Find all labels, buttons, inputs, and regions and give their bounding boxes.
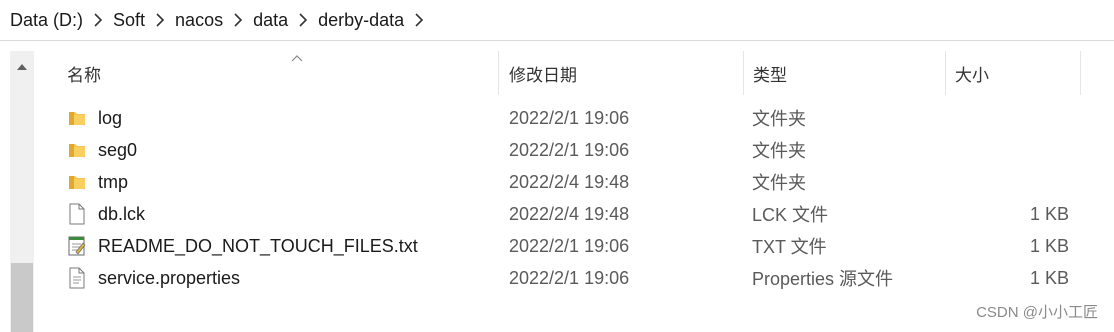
file-type: 文件夹 [752,109,806,129]
file-size [952,102,1069,134]
file-row[interactable]: seg0 2022/2/1 19:06 文件夹 [38,134,1114,166]
file-type: 文件夹 [752,141,806,161]
column-header-modified[interactable]: 修改日期 [500,51,744,95]
column-header-type-label: 类型 [753,65,787,85]
file-row[interactable]: log 2022/2/1 19:06 文件夹 [38,102,1114,134]
vertical-scrollbar[interactable] [10,51,34,332]
breadcrumb-item-derby-data[interactable]: derby-data [318,10,404,31]
folder-icon [66,107,88,129]
file-modified: 2022/2/1 19:06 [509,139,630,160]
sort-ascending-icon [291,47,303,67]
file-size: 1 KB [1029,267,1069,288]
chevron-right-icon[interactable] [145,13,175,27]
file-type: Properties 源文件 [752,269,894,289]
file-modified: 2022/2/4 19:48 [509,171,630,192]
folder-icon [66,139,88,161]
folder-icon [66,171,88,193]
address-bar[interactable]: Data (D:) Soft nacos data derby-data [0,0,1114,41]
column-header-name-label: 名称 [67,65,101,85]
chevron-right-icon[interactable] [404,13,434,27]
chevron-right-icon[interactable] [288,13,318,27]
file-row[interactable]: README_DO_NOT_TOUCH_FILES.txt 2022/2/1 1… [38,230,1114,262]
file-type: 文件夹 [752,173,806,193]
file-modified: 2022/2/4 19:48 [509,203,630,224]
breadcrumb: Data (D:) Soft nacos data derby-data [0,10,434,31]
breadcrumb-item-data[interactable]: data [253,10,288,31]
column-header-size[interactable]: 大小 [946,51,1081,95]
breadcrumb-item-drive[interactable]: Data (D:) [10,10,83,31]
file-size: 1 KB [1029,235,1069,256]
file-name: log [98,107,123,128]
column-header-name[interactable]: 名称 [58,51,499,95]
file-list: log 2022/2/1 19:06 文件夹 seg0 2022/2/1 19:… [38,102,1114,294]
file-name: service.properties [98,267,241,288]
file-name: db.lck [98,203,146,224]
file-modified: 2022/2/1 19:06 [509,107,630,128]
file-type: LCK 文件 [752,205,829,225]
file-type: TXT 文件 [752,237,827,257]
scroll-thumb[interactable] [11,263,33,332]
column-header-type[interactable]: 类型 [744,51,946,95]
file-size [952,134,1069,166]
properties-file-icon [66,267,88,289]
file-name: seg0 [98,139,138,160]
file-row[interactable]: service.properties 2022/2/1 19:06 Proper… [38,262,1114,294]
spacer [0,41,1114,50]
column-header-row: 名称 修改日期 类型 大小 [38,51,1114,95]
file-icon [66,203,88,225]
column-header-size-label: 大小 [955,65,989,85]
file-row[interactable]: db.lck 2022/2/4 19:48 LCK 文件 1 KB [38,198,1114,230]
file-modified: 2022/2/1 19:06 [509,267,630,288]
scroll-up-arrow-icon[interactable] [10,55,34,79]
breadcrumb-item-nacos[interactable]: nacos [175,10,223,31]
chevron-right-icon[interactable] [223,13,253,27]
file-size: 1 KB [1029,203,1069,224]
file-name: tmp [98,171,129,192]
file-modified: 2022/2/1 19:06 [509,235,630,256]
file-name: README_DO_NOT_TOUCH_FILES.txt [98,235,418,256]
column-header-modified-label: 修改日期 [509,65,577,85]
file-size [952,166,1069,198]
file-row[interactable]: tmp 2022/2/4 19:48 文件夹 [38,166,1114,198]
text-file-icon [66,235,88,257]
chevron-right-icon[interactable] [83,13,113,27]
watermark: CSDN @小小工匠 [976,304,1098,321]
breadcrumb-item-soft[interactable]: Soft [113,10,145,31]
